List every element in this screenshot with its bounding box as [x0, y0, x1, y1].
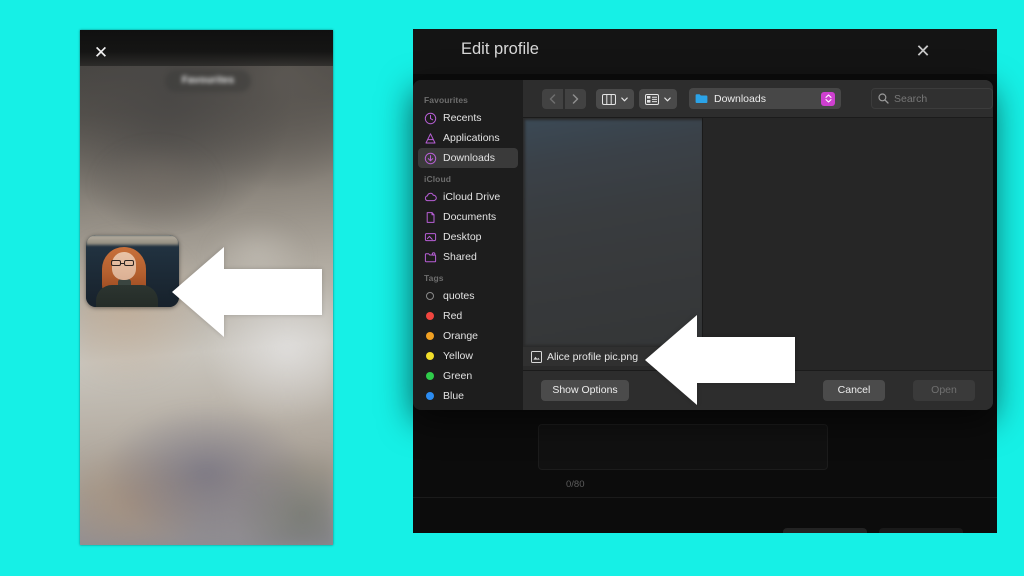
- document-icon: [426, 211, 435, 223]
- navigation-buttons: [542, 89, 586, 109]
- desktop-icon: [424, 232, 437, 241]
- image-file-icon: [531, 350, 542, 363]
- search-icon: [878, 93, 889, 104]
- sidebar-item-label: quotes: [443, 290, 475, 302]
- chevron-down-icon: [621, 96, 629, 101]
- tag-dot: [426, 392, 434, 400]
- tag-dot: [426, 352, 434, 360]
- file-dialog-sidebar: Favourites Recents Applications Downloads iC…: [413, 80, 523, 410]
- show-options-button[interactable]: Show Options: [541, 380, 629, 401]
- glasses-bridge: [121, 262, 124, 264]
- sidebar-section-header: Tags: [424, 273, 444, 283]
- sidebar-item-orange[interactable]: Orange: [418, 326, 518, 346]
- character-counter: 0/80: [566, 479, 585, 490]
- chevron-left-icon: [549, 94, 556, 104]
- applications-icon: [425, 132, 436, 143]
- close-icon[interactable]: ✕: [913, 41, 933, 61]
- sidebar-item-recents[interactable]: Recents: [418, 108, 518, 128]
- annotation-arrow-file-dialog: [645, 315, 795, 405]
- edit-profile-footer: Cancel Save: [413, 498, 997, 533]
- bio-textarea[interactable]: [538, 424, 828, 470]
- sidebar-item-yellow[interactable]: Yellow: [418, 346, 518, 366]
- path-popup-button[interactable]: Downloads: [689, 88, 841, 109]
- file-preview-thumbnail: [525, 120, 702, 345]
- cancel-button[interactable]: Cancel: [823, 380, 885, 401]
- back-button[interactable]: [542, 89, 563, 109]
- search-placeholder: Search: [894, 92, 928, 105]
- person-face: [112, 252, 136, 280]
- sidebar-item-label: Recents: [443, 112, 482, 124]
- sidebar-item-downloads[interactable]: Downloads: [418, 148, 518, 168]
- sidebar-item-label: Yellow: [443, 350, 473, 362]
- sidebar-item-label: Desktop: [443, 231, 482, 243]
- tag-dot: [426, 372, 434, 380]
- clock-icon: [424, 112, 437, 124]
- file-dialog-toolbar: Downloads Search: [523, 80, 993, 118]
- page-title: Edit profile: [461, 40, 539, 58]
- sidebar-item-label: Orange: [443, 330, 479, 342]
- chevron-updown-icon: [821, 91, 835, 106]
- chevron-down-icon: [664, 96, 672, 101]
- tag-dot: [426, 312, 434, 320]
- chevron-right-icon: [572, 94, 579, 104]
- thumbnail-ceiling-band: [86, 235, 179, 245]
- path-popup-label: Downloads: [714, 92, 766, 105]
- favourites-pill[interactable]: Favourites: [165, 70, 251, 92]
- glasses-right-lens: [124, 260, 134, 266]
- save-button: Save: [879, 528, 963, 533]
- sidebar-item-label: Shared: [443, 251, 477, 263]
- shared-folder-icon: [424, 251, 437, 262]
- sidebar-item-label: Red: [443, 310, 463, 322]
- search-input[interactable]: Search: [871, 88, 993, 109]
- sidebar-item-label: Documents: [443, 211, 497, 223]
- profile-photo-thumbnail[interactable]: [86, 235, 179, 307]
- downloads-icon: [424, 152, 437, 164]
- view-mode-columns-button[interactable]: [596, 89, 634, 109]
- file-name-label: Alice profile pic.png: [547, 350, 639, 363]
- tag-dot-hollow: [426, 292, 434, 300]
- cloud-icon: [424, 192, 437, 201]
- folder-icon: [695, 94, 708, 103]
- group-view-icon: [644, 93, 659, 105]
- sidebar-item-blue[interactable]: Blue: [418, 386, 518, 406]
- cancel-button[interactable]: Cancel: [783, 528, 867, 533]
- sidebar-item-label: Applications: [443, 132, 500, 144]
- sidebar-item-icloud-drive[interactable]: iCloud Drive: [418, 187, 518, 207]
- forward-button[interactable]: [565, 89, 586, 109]
- sidebar-item-applications[interactable]: Applications: [418, 128, 518, 148]
- sidebar-item-green[interactable]: Green: [418, 366, 518, 386]
- sidebar-item-label: Green: [443, 370, 473, 382]
- sidebar-item-label: iCloud Drive: [443, 191, 501, 203]
- glasses-left-lens: [111, 260, 121, 266]
- sidebar-section-header: iCloud: [424, 174, 452, 184]
- sidebar-item-documents[interactable]: Documents: [418, 207, 518, 227]
- tag-dot: [426, 332, 434, 340]
- sidebar-item-label: Blue: [443, 390, 465, 402]
- annotation-arrow-left-panel: [172, 247, 322, 337]
- person-torso: [96, 285, 158, 307]
- sidebar-section-header: Favourites: [424, 95, 468, 105]
- phone-top-bar: [80, 30, 333, 66]
- close-icon[interactable]: ✕: [92, 44, 110, 62]
- edit-profile-titlebar: Edit profile ✕: [413, 29, 997, 74]
- sidebar-item-red[interactable]: Red: [418, 306, 518, 326]
- open-button: Open: [913, 380, 975, 401]
- sidebar-item-shared[interactable]: Shared: [418, 247, 518, 267]
- sidebar-item-quotes[interactable]: quotes: [418, 286, 518, 306]
- view-mode-group-button[interactable]: [639, 89, 677, 109]
- sidebar-item-desktop[interactable]: Desktop: [418, 227, 518, 247]
- column-view-icon: [601, 93, 616, 105]
- sidebar-item-label: Downloads: [443, 152, 495, 164]
